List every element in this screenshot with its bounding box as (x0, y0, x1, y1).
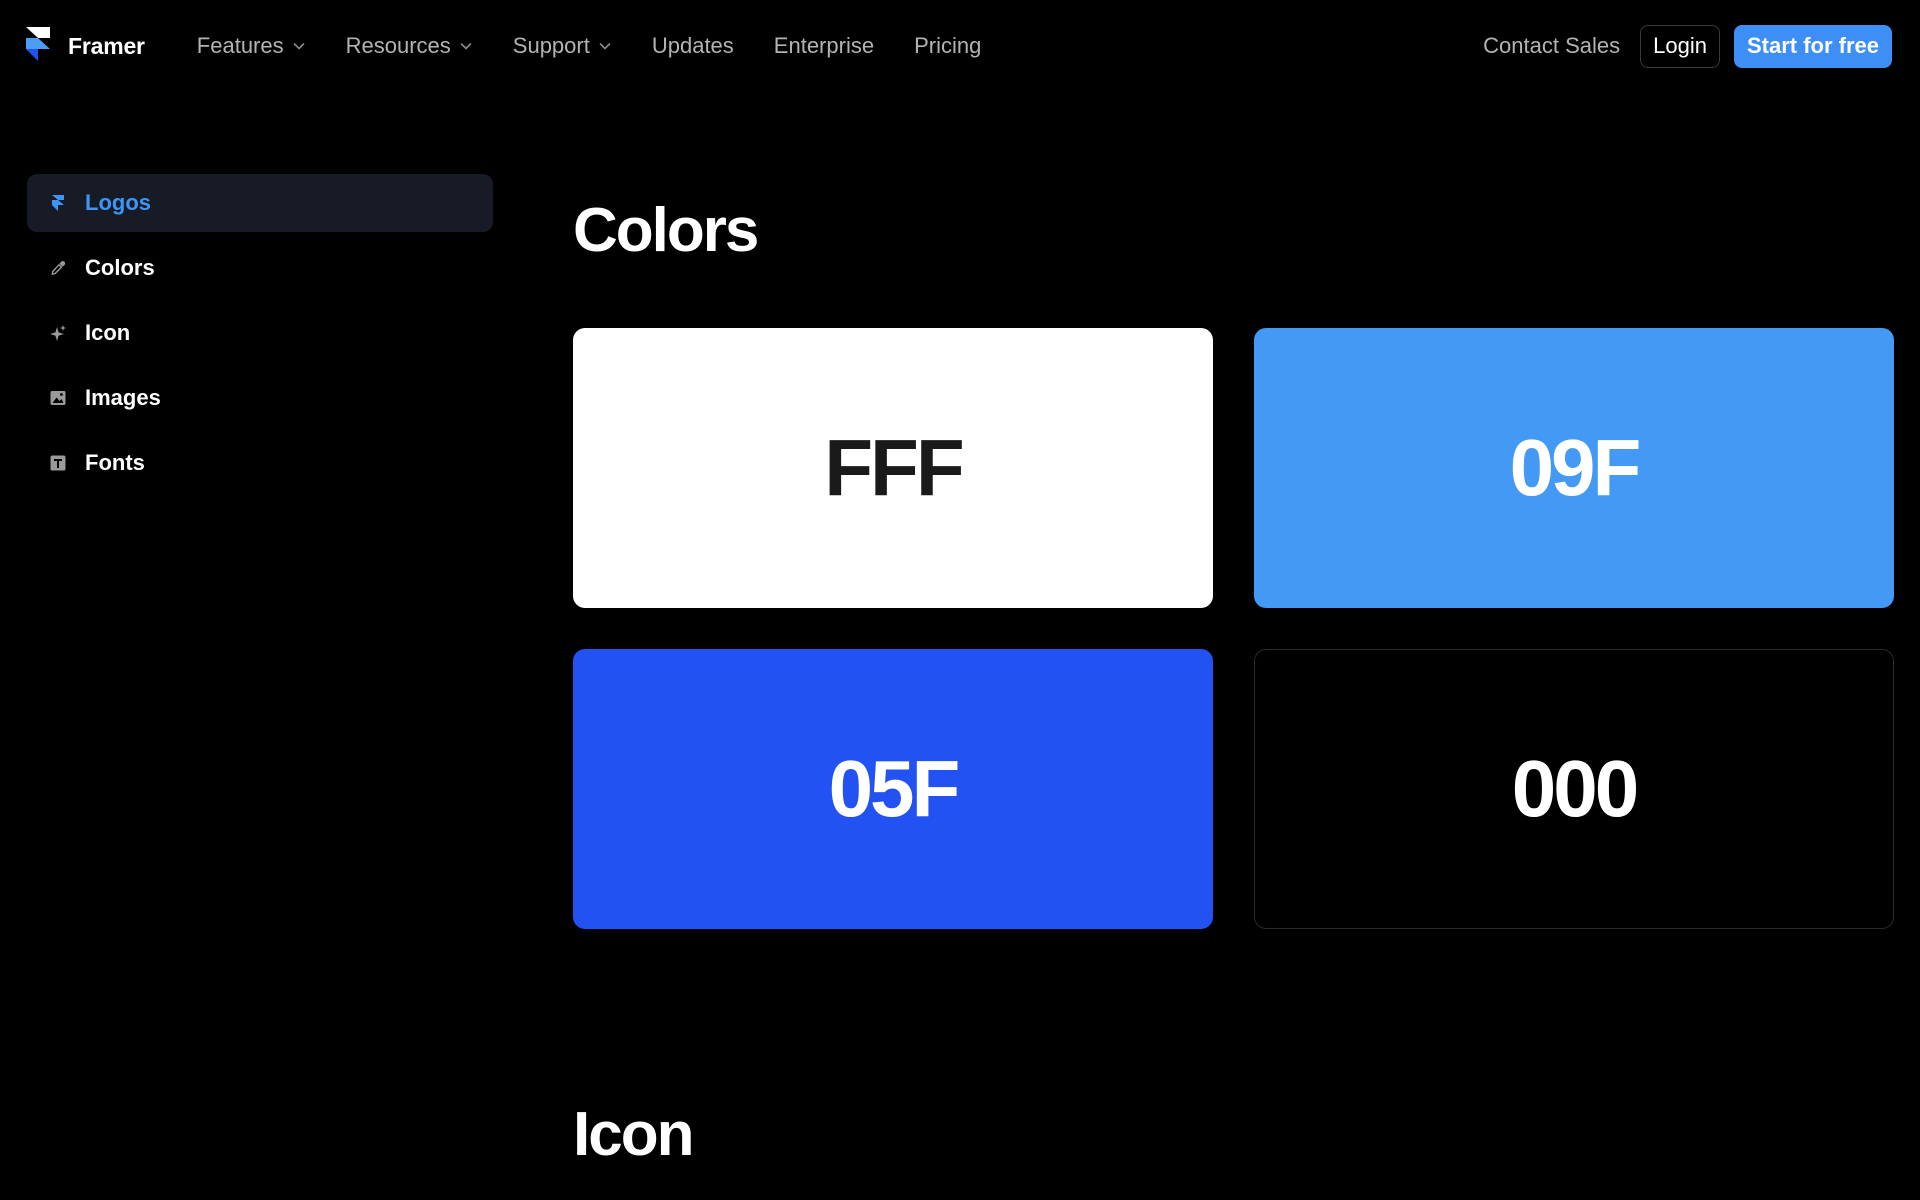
sidebar-item-fonts[interactable]: Fonts (27, 434, 493, 492)
color-swatch[interactable]: 000 (1254, 649, 1894, 929)
brand-name: Framer (68, 32, 145, 59)
swatch-label: 05F (828, 744, 961, 833)
swatch-label: FFF (824, 423, 965, 512)
sparkle-icon (50, 325, 66, 341)
chevron-down-icon (293, 43, 304, 50)
nav-support[interactable]: Support (513, 33, 612, 59)
swatch-label: 000 (1511, 744, 1639, 833)
contact-sales-link[interactable]: Contact Sales (1483, 33, 1620, 59)
nav-updates[interactable]: Updates (652, 33, 734, 59)
start-for-free-button[interactable]: Start for free (1733, 24, 1892, 68)
color-swatch-grid: FFF 09F 05F 000 (573, 328, 1894, 929)
nav-support-label: Support (512, 33, 590, 58)
nav-resources-label: Resources (345, 33, 451, 58)
nav-features[interactable]: Features (197, 33, 306, 59)
sidebar-item-colors[interactable]: Colors (27, 239, 493, 297)
sidebar-item-label: Images (85, 385, 161, 410)
sidebar-item-label: Colors (85, 255, 155, 280)
nav-enterprise-label: Enterprise (773, 33, 875, 58)
color-swatch[interactable]: FFF (573, 328, 1213, 608)
main-content: Colors FFF 09F 05F 000 Icon (573, 196, 1894, 1166)
nav-enterprise[interactable]: Enterprise (774, 33, 874, 59)
sidebar-item-label: Logos (85, 190, 151, 215)
sidebar-item-icon[interactable]: Icon (27, 304, 493, 362)
sidebar-item-logos[interactable]: Logos (27, 174, 493, 232)
swatch-label: 09F (1509, 423, 1642, 512)
sidebar-item-label: Icon (85, 320, 131, 345)
text-icon (50, 455, 66, 471)
color-swatch[interactable]: 09F (1254, 328, 1894, 608)
framer-logo-icon (26, 27, 50, 61)
main-nav: Features Resources Support Updates Enter… (197, 33, 982, 59)
chevron-down-icon (460, 43, 472, 50)
sidebar-item-label: Fonts (85, 450, 145, 475)
icon-section-title: Icon (573, 1100, 694, 1169)
login-button[interactable]: Login (1640, 24, 1720, 68)
nav-resources[interactable]: Resources (346, 33, 473, 59)
colors-section-title: Colors (573, 196, 759, 265)
nav-updates-label: Updates (651, 33, 734, 58)
image-icon (50, 391, 66, 405)
nav-features-label: Features (196, 33, 284, 58)
sidebar: Logos Colors Icon Images Fonts (27, 174, 493, 499)
chevron-down-icon (599, 43, 611, 50)
framer-logo-icon (52, 195, 64, 211)
nav-pricing-label: Pricing (914, 33, 982, 58)
eyedropper-icon (51, 261, 66, 275)
nav-pricing[interactable]: Pricing (914, 33, 981, 59)
nav-actions: Contact Sales Login Start for free (1483, 24, 1892, 68)
top-nav: Framer Features Resources Support Update… (0, 0, 1920, 92)
sidebar-item-images[interactable]: Images (27, 369, 493, 427)
color-swatch[interactable]: 05F (573, 649, 1213, 929)
brand[interactable]: Framer (26, 27, 145, 65)
